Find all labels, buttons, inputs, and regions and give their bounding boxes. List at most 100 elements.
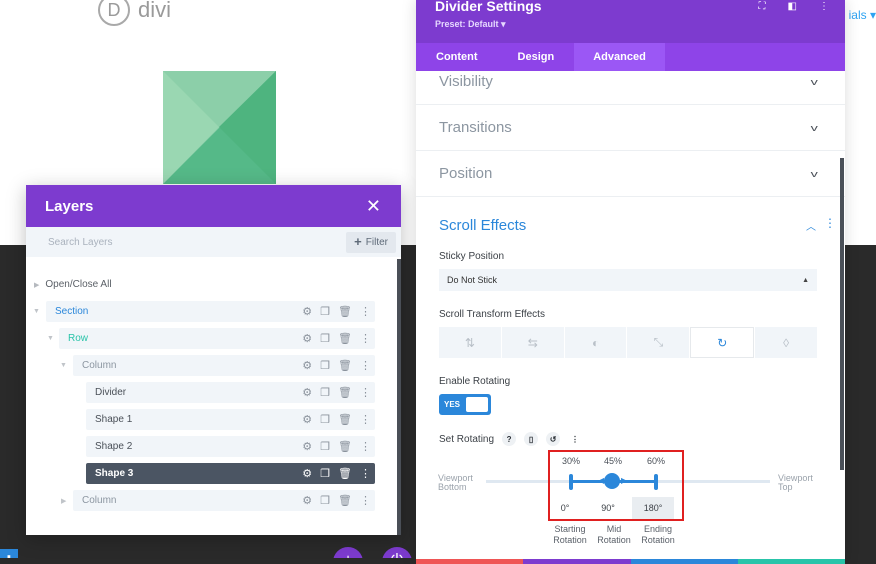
layer-column[interactable]: Column ⚙ ❐ 🗑 ⋮ [73, 355, 375, 376]
gear-icon[interactable]: ⚙ [302, 440, 312, 453]
filter-button[interactable]: + Filter [346, 231, 396, 253]
layer-actions: ⚙ ❐ 🗑 ⋮ [302, 305, 371, 318]
discard-button[interactable] [416, 559, 524, 564]
layers-header: Layers ✕ [26, 185, 401, 227]
caret-down-icon[interactable]: ▼ [60, 362, 67, 369]
more-icon[interactable]: ⋮ [824, 216, 836, 230]
tab-design[interactable]: Design [498, 43, 575, 71]
history-button[interactable] [523, 559, 631, 564]
sticky-position-select[interactable]: Do Not Stick ▲ [439, 269, 817, 291]
gear-icon[interactable]: ⚙ [302, 413, 312, 426]
reset-icon[interactable]: ↺ [546, 432, 561, 446]
rotate-icon[interactable]: ↻ [690, 327, 755, 358]
layer-label: Row [68, 333, 89, 344]
trash-icon[interactable]: 🗑 [338, 332, 352, 345]
divider-shape-preview[interactable] [163, 71, 276, 184]
more-icon[interactable]: ⋮ [360, 332, 371, 345]
more-icon[interactable]: ⋮ [360, 440, 371, 453]
more-icon[interactable]: ⋮ [360, 413, 371, 426]
section-title: Visibility [439, 73, 493, 90]
layer-actions: ⚙ ❐ 🗑 ⋮ [302, 467, 371, 480]
section-transitions[interactable]: Transitions v [416, 105, 845, 151]
layers-scrollbar[interactable] [397, 259, 401, 535]
end-rotation-label: Ending Rotation [641, 524, 675, 545]
duplicate-icon[interactable]: ❐ [320, 386, 330, 399]
trash-icon[interactable]: 🗑 [338, 467, 352, 480]
divi-logo-text: divi [138, 0, 172, 22]
chevron-up-icon[interactable]: ︿ [806, 218, 816, 233]
trash-icon[interactable]: 🗑 [338, 413, 352, 426]
settings-scrollbar[interactable] [840, 158, 844, 470]
trash-icon[interactable]: 🗑 [338, 359, 352, 372]
mobile-icon[interactable]: ▯ [524, 432, 539, 446]
duplicate-icon[interactable]: ❐ [320, 413, 330, 426]
scale-icon[interactable]: ⤡ [627, 327, 690, 358]
more-icon[interactable]: ⋮ [360, 494, 371, 507]
save-button[interactable] [737, 559, 845, 564]
trash-icon[interactable]: 🗑 [338, 305, 352, 318]
more-icon[interactable]: ⋮ [360, 386, 371, 399]
more-icon[interactable]: ⋮ [819, 1, 829, 12]
caret-down-icon[interactable]: ▼ [47, 335, 54, 342]
layer-module[interactable]: Shape 1 ⚙ ❐ 🗑 ⋮ [86, 409, 375, 430]
toggle-knob [466, 397, 488, 412]
trash-icon[interactable]: 🗑 [338, 440, 352, 453]
layer-module[interactable]: Divider ⚙ ❐ 🗑 ⋮ [86, 382, 375, 403]
gear-icon[interactable]: ⚙ [302, 467, 312, 480]
trash-icon[interactable]: 🗑 [338, 494, 352, 507]
gear-icon[interactable]: ⚙ [302, 494, 312, 507]
more-icon[interactable]: ⋮ [360, 467, 371, 480]
duplicate-icon[interactable]: ❐ [320, 494, 330, 507]
gear-icon[interactable]: ⚙ [302, 386, 312, 399]
duplicate-icon[interactable]: ❐ [320, 305, 330, 318]
gear-icon[interactable]: ⚙ [302, 332, 312, 345]
gear-icon[interactable]: ⚙ [302, 305, 312, 318]
redo-button[interactable] [630, 559, 738, 564]
scroll-transform-label: Scroll Transform Effects [439, 309, 545, 320]
help-icon[interactable]: ? [502, 432, 517, 446]
split-view-icon[interactable]: ◧ [788, 1, 797, 12]
vertical-motion-icon[interactable]: ⇅ [439, 327, 501, 358]
trash-icon[interactable]: 🗑 [338, 386, 352, 399]
duplicate-icon[interactable]: ❐ [320, 467, 330, 480]
layer-module-active[interactable]: Shape 3 ⚙ ❐ 🗑 ⋮ [86, 463, 375, 484]
close-icon[interactable]: ✕ [366, 196, 381, 217]
settings-tabs: Content Design Advanced [416, 43, 845, 71]
duplicate-icon[interactable]: ❐ [320, 359, 330, 372]
layer-label: Divider [95, 387, 127, 398]
settings-title: Divider Settings [435, 0, 542, 14]
fade-icon[interactable]: ◐ [564, 327, 627, 358]
layer-column[interactable]: Column ⚙ ❐ 🗑 ⋮ [73, 490, 375, 511]
fullscreen-icon[interactable]: ⛶ [759, 1, 766, 12]
open-close-all[interactable]: ▶ Open/Close All [34, 279, 112, 290]
tab-advanced[interactable]: Advanced [574, 43, 665, 71]
settings-action-bar [416, 559, 845, 564]
section-visibility[interactable]: Visibility v [416, 71, 845, 105]
tab-content[interactable]: Content [416, 43, 498, 71]
duplicate-icon[interactable]: ❐ [320, 440, 330, 453]
filter-label: Filter [365, 236, 388, 248]
layer-module[interactable]: Shape 2 ⚙ ❐ 🗑 ⋮ [86, 436, 375, 457]
more-icon[interactable]: ⋮ [568, 432, 582, 446]
more-icon[interactable]: ⋮ [360, 359, 371, 372]
duplicate-icon[interactable]: ❐ [320, 332, 330, 345]
layer-row[interactable]: Row ⚙ ❐ 🗑 ⋮ [59, 328, 375, 349]
layer-actions: ⚙ ❐ 🗑 ⋮ [302, 359, 371, 372]
section-title: Transitions [439, 119, 512, 136]
caret-down-icon[interactable]: ▼ [33, 308, 40, 315]
gear-icon[interactable]: ⚙ [302, 359, 312, 372]
preset-dropdown[interactable]: Preset: Default ▾ [435, 19, 506, 30]
blur-icon[interactable]: ◊ [755, 327, 817, 358]
caret-right-icon[interactable]: ▶ [61, 497, 66, 505]
chevron-down-icon: v [810, 77, 818, 87]
tutorials-link[interactable]: ials ▾ [849, 8, 876, 22]
section-position[interactable]: Position v [416, 151, 845, 197]
layers-tree: ▶ Open/Close All ▼ Section ⚙ ❐ 🗑 ⋮ ▼ Row ⚙ ❐… [26, 257, 401, 535]
more-icon[interactable]: ⋮ [360, 305, 371, 318]
scroll-effects-title[interactable]: Scroll Effects [439, 217, 526, 234]
layer-section[interactable]: Section ⚙ ❐ 🗑 ⋮ [46, 301, 375, 322]
enable-rotating-toggle[interactable]: YES [439, 394, 491, 415]
horizontal-motion-icon[interactable]: ⇆ [501, 327, 564, 358]
scroll-transform-effects: ⇅ ⇆ ◐ ⤡ ↻ ◊ [439, 327, 817, 358]
search-input[interactable] [48, 236, 248, 248]
